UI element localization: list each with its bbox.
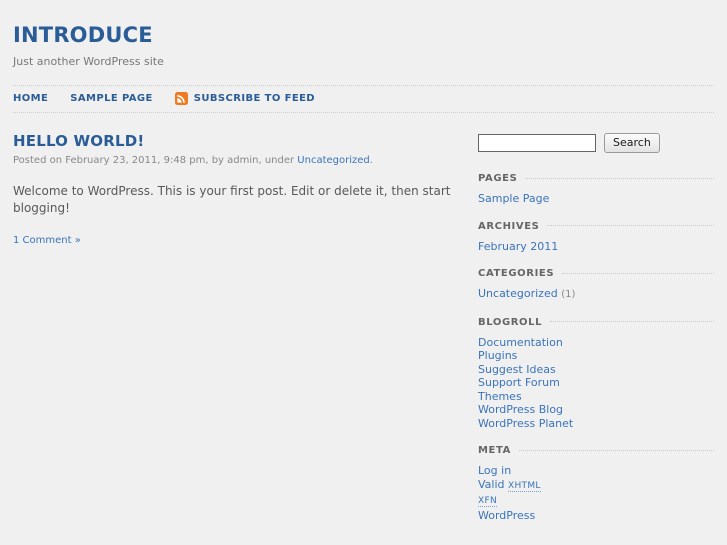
abbreviation: XHTML [508,480,541,492]
page-wrapper: INTRODUCE Just another WordPress site HO… [0,0,727,537]
widget-title: BLOGROLL [478,317,714,329]
post-meta-prefix: Posted on February 23, 2011, 9:48 pm, by… [13,155,298,166]
widget-link[interactable]: Plugins [478,349,517,362]
widget-title-text: CATEGORIES [478,268,555,279]
search-form: Search [478,133,714,153]
post-utility: 1 Comment » [13,217,468,246]
nav-item-home[interactable]: HOME [13,93,48,105]
nav-list: HOME SAMPLE PAGE SUBSCRIBE TO FEED [13,92,714,105]
post-meta-suffix: . [369,155,373,166]
meta-link[interactable]: Valid XHTML [478,477,541,492]
search-button[interactable]: Search [604,133,660,153]
nav-item-sample-page[interactable]: SAMPLE PAGE [70,93,153,105]
list-item: Support Forum [478,376,714,390]
widget-list: Log in Valid XHTML XFN WordPress [478,464,714,522]
widget-link[interactable]: Themes [478,390,522,403]
list-item: Suggest Ideas [478,363,714,377]
widget-meta: META Log in Valid XHTML XFN WordPress [478,445,714,522]
primary-navigation: HOME SAMPLE PAGE SUBSCRIBE TO FEED [13,85,714,113]
list-item: Themes [478,390,714,404]
widget-link[interactable]: WordPress Planet [478,417,573,430]
widget-blogroll: BLOGROLL Documentation Plugins Suggest Idea… [478,317,714,431]
item-count: (1) [561,289,576,300]
widget-title: META [478,445,714,457]
widget-title: CATEGORIES [478,268,714,280]
meta-link-prefix: Valid [478,477,509,491]
list-item: Documentation [478,336,714,350]
widget-categories: CATEGORIES Uncategorized (1) [478,268,714,302]
post-category-link[interactable]: Uncategorized [297,155,369,166]
post-title[interactable]: HELLO WORLD! [13,133,468,150]
widget-title-rule [550,321,714,322]
widget-title-text: BLOGROLL [478,316,543,328]
list-item: WordPress Planet [478,417,714,431]
meta-link[interactable]: XFN [478,493,497,507]
post-comments-link[interactable]: 1 Comment » [13,235,81,246]
list-item: Plugins [478,349,714,363]
main-columns: HELLO WORLD! Posted on February 23, 2011… [13,113,714,537]
post-content: Welcome to WordPress. This is your first… [13,184,451,215]
nav-item-home-link[interactable]: HOME [13,93,48,105]
widget-link[interactable]: Documentation [478,336,563,349]
widget-list: February 2011 [478,240,714,254]
widget-link[interactable]: Support Forum [478,376,560,389]
list-item: February 2011 [478,240,714,254]
site-header: INTRODUCE Just another WordPress site [13,0,714,68]
site-tagline: Just another WordPress site [13,55,164,68]
list-item: XFN [478,493,714,509]
post-article: HELLO WORLD! Posted on February 23, 2011… [13,133,468,247]
widget-title-rule [518,449,714,451]
meta-link[interactable]: Log in [478,464,511,477]
list-item: Uncategorized (1) [478,287,714,302]
meta-link[interactable]: WordPress [478,509,535,522]
widget-link[interactable]: Sample Page [478,192,549,205]
widget-title-rule [562,272,714,274]
abbreviation: XFN [478,496,497,507]
widget-title-rule [547,225,714,226]
post-meta: Posted on February 23, 2011, 9:48 pm, by… [13,154,468,167]
widget-title-text: ARCHIVES [478,220,540,232]
widget-title: PAGES [478,173,714,185]
widget-list: Sample Page [478,192,714,206]
widget-title-rule [525,177,714,179]
content-column: HELLO WORLD! Posted on February 23, 2011… [13,133,468,537]
nav-item-subscribe-to-feed[interactable]: SUBSCRIBE TO FEED [174,92,315,105]
widget-pages: PAGES Sample Page [478,173,714,206]
widget-link[interactable]: Suggest Ideas [478,363,556,376]
sidebar: Search PAGES Sample Page ARCHIVES February … [468,133,714,537]
widget-list: Uncategorized (1) [478,287,714,302]
widget-link[interactable]: February 2011 [478,240,558,253]
list-item: Log in [478,464,714,478]
widget-title: ARCHIVES [478,221,714,233]
widget-link[interactable]: WordPress Blog [478,403,563,416]
widget-title-text: META [478,445,511,456]
list-item: Valid XHTML [478,478,714,494]
list-item: Sample Page [478,192,714,206]
widget-area: PAGES Sample Page ARCHIVES February 2011 CAT… [478,173,714,522]
search-input[interactable] [478,134,596,152]
nav-item-sample-page-link[interactable]: SAMPLE PAGE [70,93,153,105]
list-item: WordPress Blog [478,403,714,417]
widget-link[interactable]: Uncategorized [478,287,558,300]
list-item: WordPress [478,509,714,523]
widget-archives: ARCHIVES February 2011 [478,221,714,254]
site-title[interactable]: INTRODUCE [13,24,714,46]
rss-icon [174,92,188,105]
nav-item-subscribe-to-feed-link[interactable]: SUBSCRIBE TO FEED [194,93,315,105]
widget-title-text: PAGES [478,173,518,184]
widget-list: Documentation Plugins Suggest Ideas Support… [478,336,714,431]
